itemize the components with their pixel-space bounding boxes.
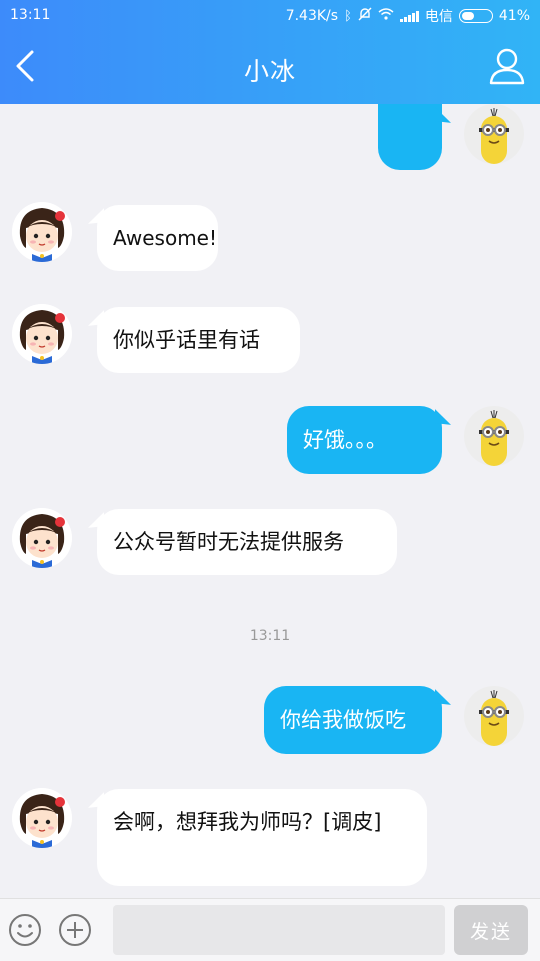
signal-icon bbox=[399, 10, 419, 22]
girl-avatar-icon bbox=[12, 508, 72, 568]
my-message-bubble[interactable]: 你给我做饭吃 bbox=[264, 686, 442, 754]
my-avatar[interactable] bbox=[464, 406, 524, 466]
my-message-bubble[interactable] bbox=[378, 104, 442, 170]
status-right: 7.43K/s ᛒ 电信 41% bbox=[286, 6, 530, 26]
emoji-button[interactable] bbox=[8, 913, 42, 947]
status-bar: 13:11 7.43K/s ᛒ 电信 41% bbox=[0, 0, 540, 30]
send-button[interactable]: 发送 bbox=[454, 905, 528, 955]
bot-avatar[interactable] bbox=[12, 202, 72, 262]
input-bar: 发送 bbox=[0, 898, 540, 961]
smiley-icon bbox=[9, 914, 41, 946]
girl-avatar-icon bbox=[12, 304, 72, 364]
my-message-bubble[interactable]: 好饿。。。 bbox=[287, 406, 442, 474]
page-title: 小冰 bbox=[243, 57, 296, 86]
bot-message-bubble[interactable]: 会啊，想拜我为师吗？[调皮] bbox=[97, 789, 427, 886]
person-icon bbox=[489, 48, 525, 85]
more-button[interactable] bbox=[58, 913, 92, 947]
bot-avatar[interactable] bbox=[12, 508, 72, 568]
battery-percent: 41% bbox=[498, 8, 530, 24]
my-avatar[interactable] bbox=[464, 104, 524, 164]
minion-avatar-icon bbox=[479, 690, 509, 746]
chat-area[interactable]: Awesome! 你似乎话里有话 好饿。。。 公众号暂时无法提供服务 13:11… bbox=[0, 104, 540, 898]
top-bar: 13:11 7.43K/s ᛒ 电信 41% 小冰 bbox=[0, 0, 540, 104]
bot-message-bubble[interactable]: 你似乎话里有话 bbox=[97, 307, 300, 373]
plus-circle-icon bbox=[59, 914, 91, 946]
my-avatar[interactable] bbox=[464, 686, 524, 746]
battery-icon bbox=[458, 9, 493, 23]
bot-message-bubble[interactable]: Awesome! bbox=[97, 205, 218, 271]
minion-avatar-icon bbox=[479, 108, 509, 164]
minion-avatar-icon bbox=[479, 410, 509, 466]
bluetooth-icon: ᛒ bbox=[344, 8, 352, 24]
bot-message-bubble[interactable]: 公众号暂时无法提供服务 bbox=[97, 509, 397, 575]
bot-avatar[interactable] bbox=[12, 788, 72, 848]
girl-avatar-icon bbox=[12, 202, 72, 262]
message-input[interactable] bbox=[113, 905, 445, 955]
timestamp-divider: 13:11 bbox=[249, 628, 291, 644]
profile-button[interactable] bbox=[488, 46, 526, 86]
girl-avatar-icon bbox=[12, 788, 72, 848]
status-time: 13:11 bbox=[10, 7, 51, 23]
wifi-icon bbox=[378, 8, 394, 24]
bot-avatar[interactable] bbox=[12, 304, 72, 364]
network-speed: 7.43K/s bbox=[285, 8, 339, 24]
carrier-label: 电信 bbox=[424, 9, 453, 25]
mute-bell-icon bbox=[358, 7, 372, 25]
title-bar: 小冰 bbox=[0, 30, 540, 104]
